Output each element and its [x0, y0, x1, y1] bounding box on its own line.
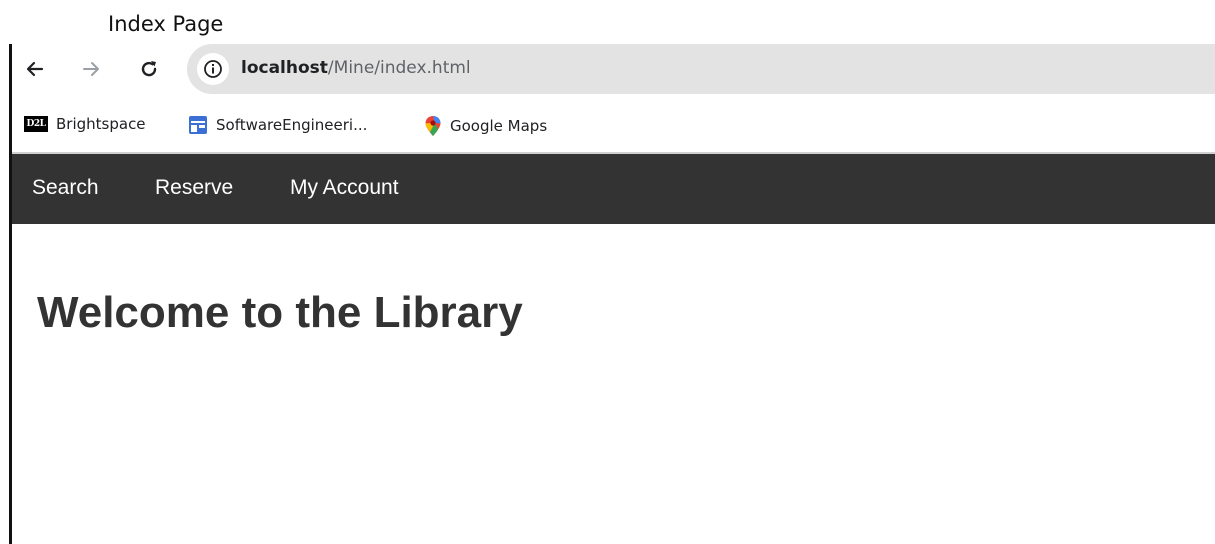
browser-window: localhost/Mine/index.html D2L Brightspac… [9, 44, 1215, 544]
url-path: /Mine/index.html [327, 58, 471, 78]
bookmarks-bar: D2L Brightspace SoftwareEngineeri... Goo… [12, 100, 1215, 154]
bookmark-brightspace[interactable]: D2L Brightspace [24, 115, 146, 133]
site-info-icon[interactable] [197, 53, 229, 85]
url-host: localhost [241, 58, 328, 78]
nav-item-reserve[interactable]: Reserve [155, 176, 233, 200]
bookmark-label: Google Maps [450, 117, 548, 135]
caption-label: Index Page [108, 12, 224, 36]
site-navbar: Search Reserve My Account [12, 154, 1215, 224]
browser-toolbar: localhost/Mine/index.html [12, 44, 1215, 98]
forward-button[interactable] [76, 54, 106, 84]
maps-pin-icon [425, 116, 441, 136]
back-button[interactable] [20, 54, 50, 84]
reload-button[interactable] [134, 54, 164, 84]
nav-item-my-account[interactable]: My Account [290, 176, 399, 200]
page-heading: Welcome to the Library [37, 288, 523, 337]
bookmark-label: Brightspace [56, 115, 146, 133]
reload-icon [141, 61, 157, 77]
address-bar[interactable]: localhost/Mine/index.html [187, 44, 1215, 94]
url-text: localhost/Mine/index.html [241, 58, 471, 78]
back-arrow-icon [26, 61, 44, 77]
bookmark-google-maps[interactable]: Google Maps [424, 115, 547, 137]
bookmark-label: SoftwareEngineeri... [216, 116, 368, 134]
d2l-icon: D2L [24, 116, 48, 132]
forward-arrow-icon [83, 62, 99, 76]
bookmark-software-engineering[interactable]: SoftwareEngineeri... [188, 115, 367, 135]
calendar-icon [189, 116, 207, 134]
nav-item-search[interactable]: Search [32, 176, 99, 200]
